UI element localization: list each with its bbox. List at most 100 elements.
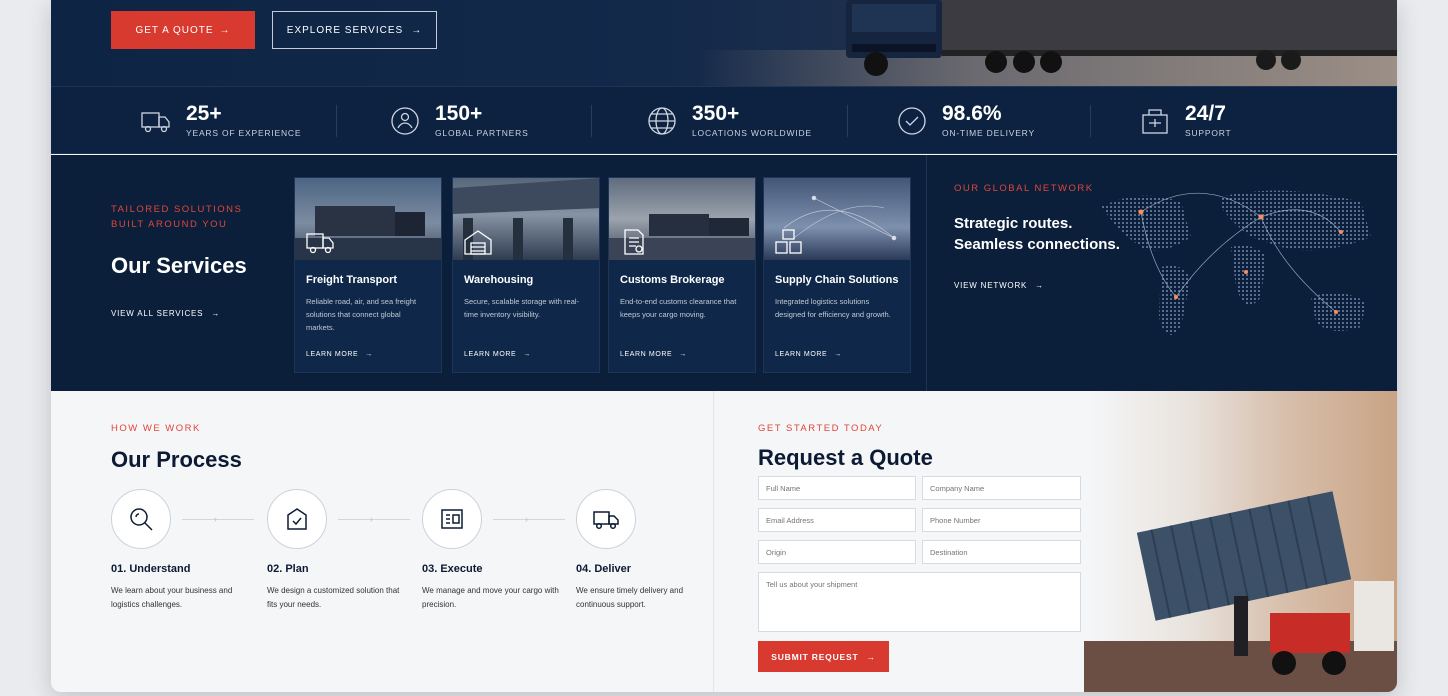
company-name-field[interactable]	[922, 476, 1081, 500]
stat-divider	[847, 105, 848, 137]
process-title: Our Process	[111, 447, 242, 472]
chevron-right-icon: ›	[370, 514, 373, 524]
learn-more-label: LEARN MORE	[306, 351, 359, 358]
stat-support: 24/7 SUPPORT	[1139, 103, 1232, 138]
process-step-understand: 01. Understand We learn about your busin…	[111, 489, 251, 612]
submit-request-button[interactable]: SUBMIT REQUEST →	[758, 641, 889, 672]
services-intro: TAILORED SOLUTIONS BUILT AROUND YOU Our …	[111, 202, 247, 318]
view-all-label: VIEW ALL SERVICES	[111, 309, 204, 318]
services-eyebrow: TAILORED SOLUTIONS	[111, 204, 243, 215]
arrow-right-icon: →	[365, 351, 373, 358]
stat-experience: 25+ YEARS OF EXPERIENCE	[140, 103, 301, 138]
quote-eyebrow: GET STARTED TODAY	[758, 423, 884, 434]
network-line1: Strategic routes.	[954, 215, 1073, 232]
learn-more-label: LEARN MORE	[620, 351, 673, 358]
arrow-right-icon: →	[834, 351, 842, 358]
warehouse-image	[453, 178, 599, 260]
check-clock-icon	[898, 106, 926, 135]
view-network-link[interactable]: VIEW NETWORK →	[954, 281, 1120, 290]
network-headline: Strategic routes. Seamless connections.	[954, 213, 1120, 255]
quote-section: GET STARTED TODAY Request a Quote SUBMIT…	[714, 391, 1397, 692]
stat-label: GLOBAL PARTNERS	[435, 128, 529, 138]
explore-services-button[interactable]: EXPLORE SERVICES →	[272, 11, 437, 49]
stat-label: ON-TIME DELIVERY	[942, 128, 1035, 138]
hero-truck-image	[846, 0, 1397, 76]
partners-icon	[391, 106, 419, 135]
stat-delivery: 98.6% ON-TIME DELIVERY	[896, 103, 1035, 138]
box-checklist-icon	[441, 509, 463, 529]
step-desc: We learn about your business and logisti…	[111, 586, 233, 609]
chevron-right-icon: ›	[214, 514, 217, 524]
submit-label: SUBMIT REQUEST	[771, 651, 859, 662]
stat-divider	[1090, 105, 1091, 137]
arrow-right-icon: →	[523, 351, 531, 358]
shipment-message-field[interactable]	[758, 572, 1081, 632]
supply-chain-image	[764, 178, 910, 260]
service-card-freight[interactable]: Freight Transport Reliable road, air, an…	[294, 177, 442, 373]
phone-field[interactable]	[922, 508, 1081, 532]
arrow-right-icon: →	[219, 24, 231, 36]
process-intro: HOW WE WORK Our Process	[111, 421, 242, 473]
stat-label: YEARS OF EXPERIENCE	[186, 128, 302, 138]
email-field[interactable]	[758, 508, 916, 532]
network-divider	[926, 155, 927, 391]
arrow-right-icon: →	[679, 351, 687, 358]
stat-divider	[336, 105, 337, 137]
step-circle	[111, 489, 171, 549]
stat-value: 350+	[692, 102, 740, 125]
truck-icon	[306, 233, 334, 254]
service-card-supply-chain[interactable]: Supply Chain Solutions Integrated logist…	[763, 177, 911, 373]
search-icon	[130, 508, 153, 531]
step-desc: We manage and move your cargo with preci…	[422, 586, 559, 609]
step-desc: We ensure timely delivery and continuous…	[576, 586, 684, 609]
card-desc: Reliable road, air, and sea freight solu…	[306, 297, 417, 332]
learn-more-link[interactable]: LEARN MORE →	[620, 351, 687, 358]
arrow-right-icon: →	[211, 309, 221, 318]
stats-bar: 25+ YEARS OF EXPERIENCE 150+ GLOBAL PARTNE…	[51, 86, 1397, 154]
service-card-warehousing[interactable]: Warehousing Secure, scalable storage wit…	[452, 177, 600, 373]
step-circle	[576, 489, 636, 549]
freight-image	[295, 178, 441, 260]
card-title: Customs Brokerage	[620, 274, 725, 286]
step-title: 02. Plan	[267, 563, 309, 575]
learn-more-label: LEARN MORE	[775, 351, 828, 358]
explore-services-label: EXPLORE SERVICES	[286, 24, 404, 36]
process-section: HOW WE WORK Our Process 01. Understand W…	[51, 391, 713, 692]
step-connector	[493, 519, 565, 520]
service-card-customs[interactable]: Customs Brokerage End-to-end customs cle…	[608, 177, 756, 373]
step-title: 04. Deliver	[576, 563, 632, 575]
get-quote-button[interactable]: GET A QUOTE →	[111, 11, 255, 49]
stat-value: 98.6%	[942, 102, 1002, 125]
card-desc: End-to-end customs clearance that keeps …	[620, 297, 737, 319]
origin-field[interactable]	[758, 540, 916, 564]
truck-icon	[593, 511, 619, 530]
warehouse-icon	[464, 230, 492, 255]
chevron-right-icon: ›	[525, 514, 528, 524]
learn-more-link[interactable]: LEARN MORE →	[464, 351, 531, 358]
learn-more-link[interactable]: LEARN MORE →	[775, 351, 842, 358]
network-eyebrow: OUR GLOBAL NETWORK	[954, 183, 1094, 194]
card-desc: Integrated logistics solutions designed …	[775, 297, 891, 319]
clipboard-icon	[287, 508, 307, 530]
step-title: 01. Understand	[111, 563, 191, 575]
quote-title: Request a Quote	[758, 445, 933, 470]
step-connector	[338, 519, 410, 520]
stat-value: 25+	[186, 102, 222, 125]
support-icon	[1142, 108, 1168, 134]
document-icon	[624, 229, 644, 255]
step-circle	[422, 489, 482, 549]
view-all-services-link[interactable]: VIEW ALL SERVICES →	[111, 309, 247, 318]
learn-more-link[interactable]: LEARN MORE →	[306, 351, 373, 358]
full-name-field[interactable]	[758, 476, 916, 500]
stat-value: 150+	[435, 102, 483, 125]
customs-image	[609, 178, 755, 260]
process-eyebrow: HOW WE WORK	[111, 423, 201, 434]
destination-field[interactable]	[922, 540, 1081, 564]
card-title: Freight Transport	[306, 274, 398, 286]
stat-value: 24/7	[1185, 102, 1226, 125]
page-frame: GET A QUOTE → EXPLORE SERVICES → 25+ YEAR…	[51, 0, 1397, 692]
container-crane-image	[1084, 491, 1397, 692]
stat-divider	[591, 105, 592, 137]
step-title: 03. Execute	[422, 563, 483, 575]
services-section: TAILORED SOLUTIONS BUILT AROUND YOU Our …	[51, 155, 1397, 391]
